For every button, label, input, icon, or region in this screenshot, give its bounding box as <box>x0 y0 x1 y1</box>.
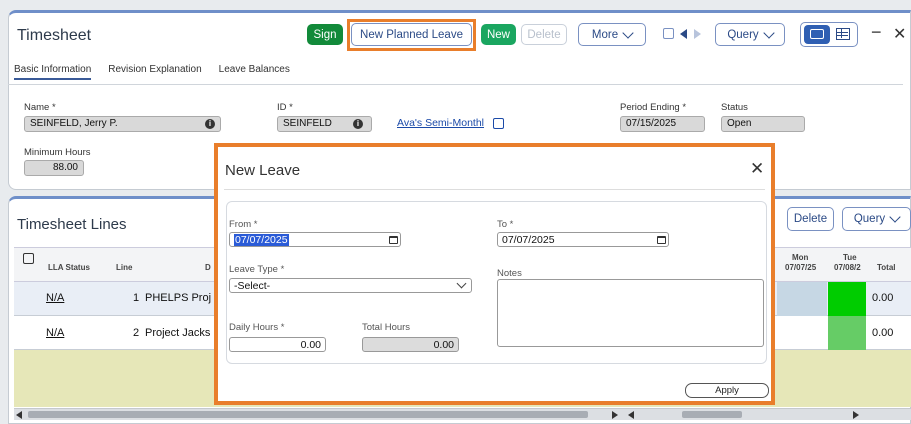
status-label: Status <box>721 102 748 113</box>
tab-divider <box>8 84 903 85</box>
period-ending-label: Period Ending * <box>620 102 687 113</box>
next-record-icon[interactable] <box>694 29 701 39</box>
select-checkbox[interactable] <box>663 28 674 39</box>
page-title: Timesheet <box>17 27 92 44</box>
lla-status-link[interactable]: N/A <box>46 292 64 304</box>
calendar-icon[interactable] <box>389 236 398 244</box>
lla-status-link[interactable]: N/A <box>46 327 64 339</box>
new-planned-leave-button[interactable]: New Planned Leave <box>351 23 472 46</box>
col-mon[interactable]: Mon <box>792 253 808 262</box>
scroll-right-icon[interactable] <box>853 411 859 419</box>
scroll-right-icon[interactable] <box>612 411 618 419</box>
lines-query-label: Query <box>853 213 886 225</box>
line-total: 0.00 <box>872 327 894 339</box>
from-date-value: 07/07/2025 <box>234 234 289 246</box>
close-icon[interactable]: ✕ <box>750 159 764 179</box>
lines-delete-button[interactable]: Delete <box>787 207 834 231</box>
from-date-input[interactable]: 07/07/2025 <box>229 232 401 247</box>
line-description: PHELPS Proj <box>145 292 212 304</box>
total-hours-field: 0.00 <box>362 337 459 352</box>
more-button[interactable]: More <box>578 23 646 46</box>
chevron-down-icon <box>889 211 901 223</box>
minimum-hours-field: 88.00 <box>24 160 84 176</box>
apply-button[interactable]: Apply <box>685 383 769 398</box>
dialog-title: New Leave <box>225 162 301 179</box>
tab-basic-information[interactable]: Basic Information <box>14 64 92 80</box>
tab-revision-explanation[interactable]: Revision Explanation <box>108 64 201 80</box>
prev-record-icon[interactable] <box>680 29 687 39</box>
delete-button[interactable]: Delete <box>521 24 567 45</box>
chevron-down-icon <box>622 26 634 39</box>
scroll-left-icon[interactable] <box>16 411 22 419</box>
daily-hours-input[interactable]: 0.00 <box>229 337 326 352</box>
tab-leave-balances[interactable]: Leave Balances <box>219 64 290 80</box>
scroll-left-icon[interactable] <box>628 411 634 419</box>
horizontal-scrollbar-right[interactable] <box>598 408 911 420</box>
sign-button[interactable]: Sign <box>307 24 343 45</box>
more-label: More <box>591 28 619 41</box>
scrollbar-thumb[interactable] <box>28 411 588 418</box>
form-view-icon[interactable] <box>804 25 830 44</box>
line-number: 2 <box>133 327 140 339</box>
line-total: 0.00 <box>872 292 894 304</box>
schedule-link[interactable]: Ava's Semi-Monthl <box>397 117 484 129</box>
line-description: Project Jacks <box>145 327 211 339</box>
info-icon[interactable]: i <box>205 119 215 129</box>
period-ending-field[interactable]: 07/15/2025 <box>620 116 705 132</box>
calendar-icon[interactable] <box>657 236 666 244</box>
line-number: 1 <box>133 292 140 304</box>
to-date-input[interactable]: 07/07/2025 <box>497 232 669 247</box>
notes-label: Notes <box>497 268 522 279</box>
daily-hours-label: Daily Hours * <box>229 322 285 333</box>
query-button[interactable]: Query <box>715 23 785 46</box>
id-label: ID * <box>277 102 293 113</box>
new-leave-dialog: New Leave ✕ From * 07/07/2025 To * 07/07… <box>214 143 775 405</box>
lines-query-button[interactable]: Query <box>842 207 911 231</box>
info-icon[interactable]: i <box>353 119 363 129</box>
col-total[interactable]: Total <box>877 263 896 272</box>
col-line[interactable]: Line <box>116 263 132 272</box>
dialog-divider <box>224 189 765 190</box>
tab-bar: Basic Information Revision Explanation L… <box>14 64 290 80</box>
minimum-hours-label: Minimum Hours <box>24 147 91 158</box>
leave-type-select[interactable]: -Select- <box>229 278 472 293</box>
notes-textarea[interactable] <box>497 279 764 347</box>
status-field: Open <box>721 116 805 132</box>
tue-cell[interactable] <box>828 282 866 316</box>
col-tue[interactable]: Tue <box>843 253 857 262</box>
mon-cell[interactable] <box>777 282 827 316</box>
query-label: Query <box>727 28 759 41</box>
col-tue-date: 07/08/2 <box>834 263 861 272</box>
total-hours-label: Total Hours <box>362 322 411 333</box>
tue-cell[interactable] <box>828 316 866 350</box>
chevron-down-icon <box>762 26 775 39</box>
lines-title: Timesheet Lines <box>17 216 127 233</box>
select-all-checkbox[interactable] <box>23 253 34 264</box>
col-lla-status[interactable]: LLA Status <box>48 263 90 272</box>
name-field[interactable]: SEINFELD, Jerry P. <box>24 116 221 132</box>
leave-type-label: Leave Type * <box>229 264 285 275</box>
new-button[interactable]: New <box>481 24 516 45</box>
edit-icon[interactable] <box>493 118 504 129</box>
to-label: To * <box>497 219 514 230</box>
minimize-icon[interactable]: − <box>871 22 882 43</box>
col-mon-date: 07/07/25 <box>785 263 817 272</box>
horizontal-scrollbar-left[interactable] <box>14 408 598 420</box>
name-label: Name * <box>24 102 56 113</box>
col-description[interactable]: D <box>205 263 211 272</box>
from-label: From * <box>229 219 258 230</box>
scrollbar-thumb[interactable] <box>682 411 742 418</box>
close-icon[interactable]: ✕ <box>893 24 906 44</box>
table-view-icon[interactable] <box>836 28 850 40</box>
